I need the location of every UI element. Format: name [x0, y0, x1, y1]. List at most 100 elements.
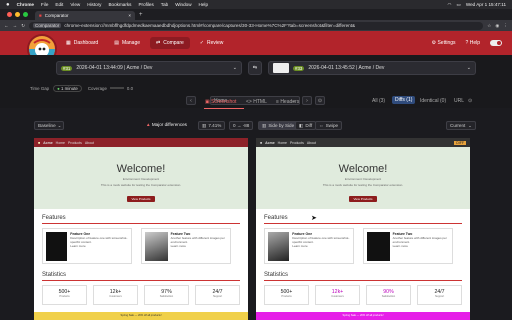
- star-icon[interactable]: ☆: [487, 23, 491, 29]
- site-brand: Acme: [43, 140, 53, 145]
- list-icon: ≡: [276, 99, 279, 105]
- view-products-button: View Products: [127, 196, 155, 202]
- percent-badge: ▥ 7.41%: [198, 121, 226, 130]
- address-bar[interactable]: Comparator chrome-extension://mmbflhgdfd…: [29, 21, 484, 30]
- menu-profiles[interactable]: Profiles: [138, 2, 153, 7]
- menu-file[interactable]: File: [41, 2, 48, 7]
- stat-label: Customers: [331, 295, 344, 298]
- forward-icon[interactable]: →: [13, 23, 18, 28]
- site-link-home: Home: [277, 140, 288, 145]
- clock[interactable]: Wed Apr 1 15:47:11: [466, 2, 506, 7]
- feature-link: Learn more: [170, 244, 186, 248]
- feature-link: Learn more: [392, 244, 408, 248]
- right-capture-select[interactable]: #33 2026-04-01 13:45:52 | Acme / Dev ⌄: [268, 61, 476, 75]
- view-products-button: View Products: [349, 196, 377, 202]
- url-text: chrome-extension://mmbflhgdfdpdmedkaemaa…: [64, 23, 356, 28]
- browser-toolbar: ← → ↻ Comparator chrome-extension://mmbf…: [0, 20, 512, 31]
- window-controls: [0, 12, 35, 17]
- view-tabs: ▣ Screenshot <> HTML ≡ Headers: [0, 98, 512, 110]
- tab-screenshot[interactable]: ▣ Screenshot: [205, 99, 236, 105]
- tab-headers-label: Headers: [280, 99, 300, 105]
- swipe-button[interactable]: ⇔ Swipe: [315, 121, 343, 130]
- tab-favicon-icon: ■: [39, 13, 42, 18]
- tab-headers[interactable]: ≡ Headers: [276, 99, 299, 105]
- divider: [42, 280, 240, 281]
- feature-text: Description of feature one with screensh…: [292, 236, 350, 244]
- feature-card: Feature Two Another feature with differen…: [141, 228, 231, 264]
- manage-icon: ▤: [114, 40, 119, 46]
- settings-link[interactable]: ⚙ Settings: [432, 40, 456, 46]
- hero-env: Environment: Development: [344, 177, 382, 181]
- help-icon: ?: [465, 40, 469, 46]
- diff-button[interactable]: ◧ Diff: [295, 121, 317, 130]
- time-gap-pill[interactable]: ● 1 minute: [53, 84, 82, 92]
- baseline-select[interactable]: Baseline ⌄: [34, 121, 64, 130]
- tab-screenshot-label: Screenshot: [211, 99, 237, 105]
- coverage-label: Coverage: [87, 85, 107, 91]
- menu-history[interactable]: History: [87, 2, 101, 7]
- nav-dashboard[interactable]: ▦ Dashboard: [60, 37, 104, 49]
- menu-window[interactable]: Window: [175, 2, 191, 7]
- delta-value: 0 → -88: [233, 123, 250, 128]
- columns-icon: ▥: [262, 122, 267, 128]
- side-by-side-button[interactable]: ▥ Side by Side: [258, 121, 299, 130]
- right-capture-thumbnail: [273, 63, 289, 73]
- swap-button[interactable]: ⇆: [248, 61, 262, 75]
- minimize-window-icon[interactable]: [15, 12, 20, 17]
- menu-view[interactable]: View: [70, 2, 80, 7]
- left-capture-label: 2026-04-01 13:44:09 | Acme / Dev: [76, 65, 153, 71]
- percent-value: 7.41%: [208, 123, 222, 128]
- kebab-menu-icon[interactable]: ⋮: [503, 23, 508, 29]
- app-nav: ▦ Dashboard ▤ Manage ⇄ Compare ✓ Review: [60, 37, 229, 49]
- help-link[interactable]: ? Help: [466, 40, 480, 46]
- right-capture-badge: #33: [293, 65, 305, 71]
- divider: [264, 223, 462, 224]
- feature-image-one: [268, 232, 290, 261]
- wifi-icon[interactable]: ◠: [447, 2, 451, 8]
- new-tab-icon[interactable]: +: [139, 12, 143, 18]
- feature-text: Another feature with different images pe…: [170, 236, 225, 244]
- menu-help[interactable]: Help: [199, 2, 208, 7]
- stat-card: 12k+ Customers: [93, 285, 138, 305]
- profile-icon[interactable]: ◉: [495, 23, 499, 29]
- chevron-down-icon: ⌄: [232, 65, 237, 71]
- dashboard-icon: ▦: [66, 40, 71, 46]
- theme-toggle[interactable]: [490, 40, 502, 46]
- close-window-icon[interactable]: [7, 12, 12, 17]
- features-section: Features Feature One Description of featu…: [34, 209, 248, 264]
- menu-edit[interactable]: Edit: [55, 2, 63, 7]
- features-title: Features: [42, 215, 66, 221]
- stat-card: 500+ Products: [264, 285, 309, 305]
- zoom-window-icon[interactable]: [23, 12, 28, 17]
- feature-card: Feature Two Another feature with differen…: [363, 228, 453, 264]
- promo-banner: Spring Sale — 20% off all products!: [256, 312, 470, 320]
- nav-review[interactable]: ✓ Review: [194, 37, 230, 49]
- nav-compare[interactable]: ⇄ Compare: [150, 37, 190, 49]
- current-select[interactable]: Current ⌄: [446, 121, 476, 130]
- app-menu[interactable]: Chrome: [17, 2, 34, 7]
- time-gap-value: 1 minute: [61, 85, 78, 91]
- apple-icon[interactable]: ●: [6, 2, 10, 8]
- tab-html[interactable]: <> HTML: [246, 99, 267, 105]
- left-capture-select[interactable]: #31 2026-04-01 13:44:09 | Acme / Dev ⌄: [56, 61, 242, 75]
- code-icon: <>: [246, 99, 252, 105]
- divider: [42, 223, 240, 224]
- settings-label: Settings: [437, 40, 456, 46]
- macos-menu-bar: ● Chrome File Edit View History Bookmark…: [0, 0, 512, 9]
- browser-tab[interactable]: ■ Comparator ×: [35, 11, 135, 20]
- baseline-label: Baseline: [38, 123, 56, 128]
- menu-bookmarks[interactable]: Bookmarks: [108, 2, 131, 7]
- mouse-cursor-icon: ➤: [311, 215, 317, 222]
- feature-card: Feature One Description of feature one wi…: [42, 228, 132, 264]
- tab-close-icon[interactable]: ×: [128, 13, 131, 18]
- menu-tab[interactable]: Tab: [161, 2, 168, 7]
- swipe-label: Swipe: [325, 123, 339, 128]
- hero-env: Environment: Development: [122, 177, 160, 181]
- stat-card: 24/7 Support: [417, 285, 462, 305]
- diff-icon: ◧: [299, 122, 304, 128]
- nav-manage[interactable]: ▤ Manage: [108, 37, 146, 49]
- reload-icon[interactable]: ↻: [21, 23, 25, 29]
- baseline-screenshot: ■ Acme Home Products About Welcome! Envi…: [34, 138, 248, 320]
- battery-icon[interactable]: ▭: [456, 2, 460, 8]
- back-icon[interactable]: ←: [4, 23, 9, 28]
